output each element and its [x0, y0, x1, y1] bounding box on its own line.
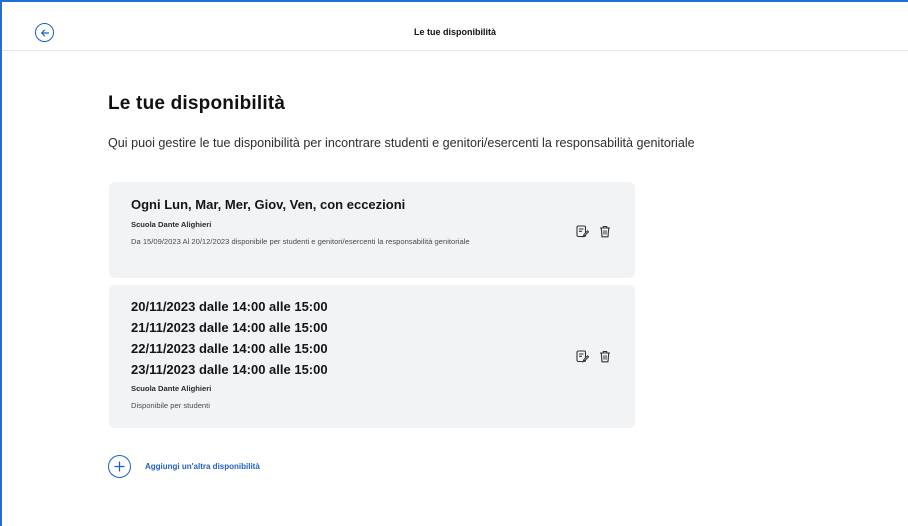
edit-icon: [575, 224, 589, 238]
add-availability-button[interactable]: [108, 455, 131, 478]
edit-button[interactable]: [575, 224, 589, 238]
card-note: Disponibile per studenti: [131, 401, 210, 410]
card-school: Scuola Dante Alighieri: [131, 384, 212, 393]
card-note: Da 15/09/2023 Al 20/12/2023 disponibile …: [131, 237, 470, 246]
edit-button[interactable]: [575, 349, 589, 363]
time-slot: 23/11/2023 dalle 14:00 alle 15:00: [131, 362, 328, 377]
card-heading: Ogni Lun, Mar, Mer, Giov, Ven, con eccez…: [131, 197, 406, 212]
topbar-title: Le tue disponibilità: [413, 27, 496, 37]
trash-icon: [600, 350, 610, 362]
add-availability-link[interactable]: Aggiungi un'altra disponibilità: [145, 462, 260, 471]
plus-icon: [114, 461, 125, 472]
trash-icon: [600, 225, 610, 237]
edit-icon: [575, 349, 589, 363]
page-title: Le tue disponibilità: [108, 93, 286, 114]
top-bar: Le tue disponibilità: [2, 2, 908, 51]
time-slot: 20/11/2023 dalle 14:00 alle 15:00: [131, 299, 328, 314]
time-slot: 22/11/2023 dalle 14:00 alle 15:00: [131, 341, 328, 356]
card-school: Scuola Dante Alighieri: [131, 220, 212, 229]
page-description: Qui puoi gestire le tue disponibilità pe…: [108, 136, 695, 150]
time-slot: 21/11/2023 dalle 14:00 alle 15:00: [131, 320, 328, 335]
delete-button[interactable]: [598, 349, 612, 363]
delete-button[interactable]: [598, 224, 612, 238]
